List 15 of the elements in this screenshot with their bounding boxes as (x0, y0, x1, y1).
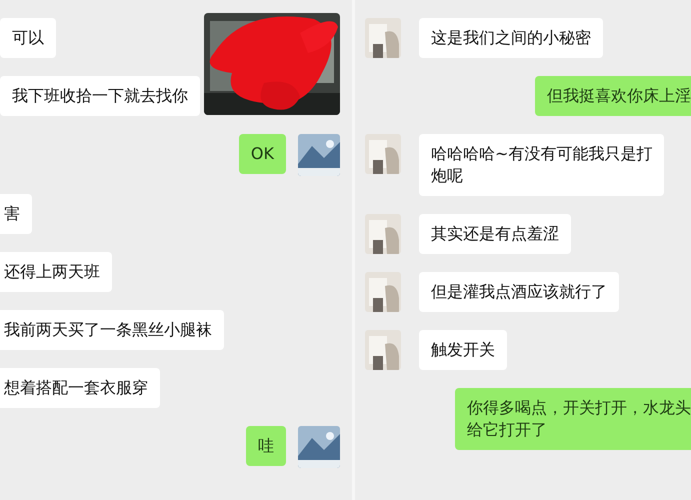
message-bubble: 可以 (0, 18, 56, 58)
message-bubble: 你得多喝点，开关打开，水龙头 给它打开了 (455, 388, 691, 450)
message-bubble: 这是我们之间的小秘密 (419, 18, 603, 58)
message-bubble: 哈哈哈哈~有没有可能我只是打 炮呢 (419, 134, 664, 196)
message-bubble: 还得上两天班 (0, 252, 112, 292)
message-bubble: 我下班收拾一下就去找你 (0, 76, 200, 116)
message-bubble: 但我挺喜欢你床上淫 (535, 76, 691, 116)
message-bubble: 想着搭配一套衣服穿 (0, 368, 160, 408)
message-bubble: 害 (0, 194, 32, 234)
message-bubble: 触发开关 (419, 330, 507, 370)
message-bubble: 其实还是有点羞涩 (419, 214, 571, 254)
message-bubble: 哇 (246, 426, 286, 466)
message-bubble: 但是灌我点酒应该就行了 (419, 272, 619, 312)
message-bubble: 我前两天买了一条黑丝小腿袜 (0, 310, 224, 350)
message-bubble: OK (238, 134, 286, 174)
